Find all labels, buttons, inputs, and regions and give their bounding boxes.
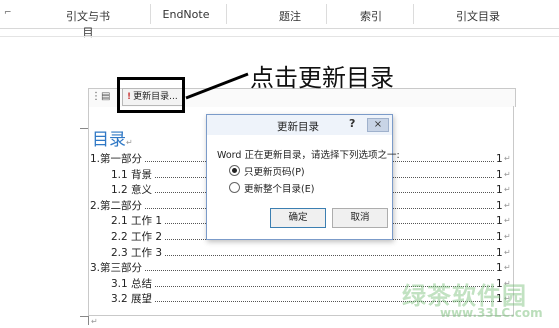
paragraph-mark: ↵ [504,154,511,163]
toc-entry-page: 1 [496,246,503,259]
toc-entry-text: 2.2 工作 2 [111,230,165,244]
toc-entry-page: 1 [496,199,503,212]
toc-entry-text: 3.2 展望 [111,292,155,307]
close-button[interactable]: × [367,118,389,132]
paragraph-mark: ↵ [504,169,511,179]
toc-entry-text: 3.第三部分 [90,261,145,276]
paragraph-mark: ↵ [504,216,511,226]
dialog-title: 更新目录 [277,121,319,133]
toc-entry[interactable]: 2.3 工作 3 1 ↵ [0,245,559,260]
paragraph-mark: ↵ [504,263,511,273]
toc-entry-page: 1 [496,262,503,275]
paragraph-mark: ↵ [504,232,511,241]
callout-label: 点击更新目录 [250,64,394,92]
toc-entry-text: 2.3 工作 3 [111,245,165,260]
radio-selected-icon[interactable] [229,165,240,176]
toc-entry-page: 1 [496,231,503,243]
dialog-prompt: Word 正在更新目录，请选择下列选项之一: [217,150,400,161]
paragraph-mark: ↵ [504,200,511,210]
toc-entry-page: 1 [496,168,503,181]
help-button[interactable]: ? [349,117,355,130]
paragraph-mark: ↵ [504,185,511,195]
toc-entry-text: 2.第二部分 [90,198,145,213]
cancel-button[interactable]: 取消 [332,208,388,228]
toc-title: 目录↵ [92,130,133,150]
toc-entry-text: 3.1 总结 [111,276,155,291]
paragraph-mark: ↵ [504,247,511,257]
toc-leader-dots [90,270,494,272]
option-label: 更新整个目录(E) [244,184,315,195]
update-toc-dialog: 更新目录 ? × Word 正在更新目录，请选择下列选项之一: 只更新页码(P)… [206,114,400,240]
option-label: 只更新页码(P) [244,167,305,178]
toc-entry[interactable]: 3.第三部分 1 ↵ [0,261,559,276]
toc-leader-dots [111,254,494,256]
option-page-numbers-only[interactable]: 只更新页码(P) [229,164,305,178]
toc-entry-text: 1.第一部分 [90,152,145,166]
option-entire-table[interactable]: 更新整个目录(E) [229,181,314,195]
toc-entry-text: 1.1 背景 [111,167,155,182]
toc-entry-page: 1 [496,215,503,228]
watermark-url: www.33LC.com [440,306,543,320]
toc-entry-page: 1 [496,153,503,165]
toc-entry-page: 1 [496,184,503,197]
toc-entry-text: 2.1 工作 1 [111,214,165,229]
toc-entry-text: 1.2 意义 [111,183,155,198]
paragraph-mark: ↵ [91,317,98,326]
ok-button[interactable]: 确定 [270,208,326,228]
radio-unselected-icon[interactable] [229,182,240,193]
